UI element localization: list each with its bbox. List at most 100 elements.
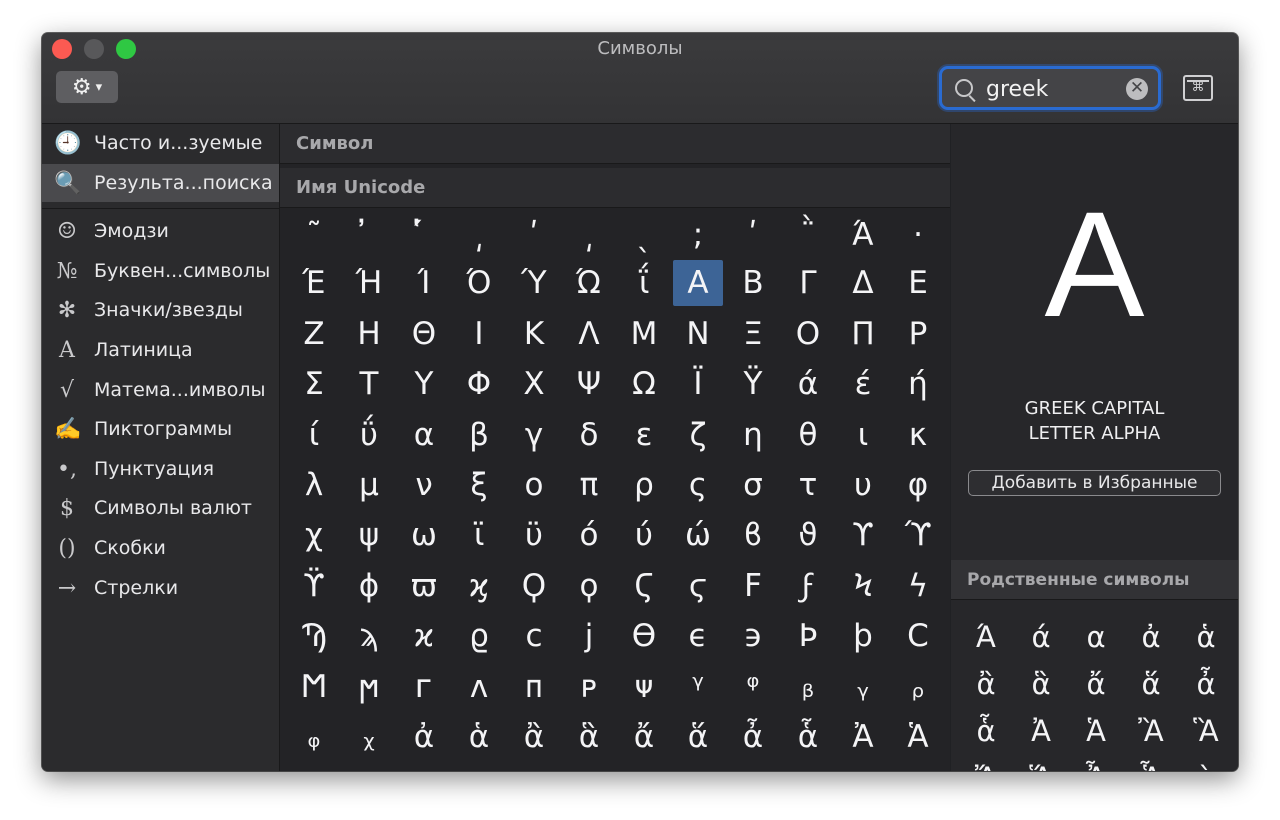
character-cell[interactable]: ͵: [454, 212, 504, 258]
character-cell[interactable]: Ύ: [509, 260, 559, 306]
character-cell[interactable]: Ϙ: [509, 563, 559, 609]
character-cell[interactable]: ϸ: [838, 613, 888, 659]
character-cell[interactable]: ϙ: [564, 563, 614, 609]
character-cell[interactable]: β: [454, 412, 504, 458]
character-cell[interactable]: Ἀ: [838, 714, 888, 760]
character-cell[interactable]: μ: [344, 462, 394, 508]
character-cell[interactable]: Ϲ: [893, 613, 943, 659]
character-cell[interactable]: φ: [893, 462, 943, 508]
sidebar-item[interactable]: ✻ Значки/звезды: [42, 291, 279, 329]
character-cell[interactable]: Φ: [454, 361, 504, 407]
related-character-cell[interactable]: ὰ: [1178, 753, 1234, 771]
related-character-cell[interactable]: Ἆ: [1068, 753, 1124, 771]
related-character-cell[interactable]: Ἄ: [958, 753, 1014, 771]
character-cell[interactable]: Ί: [399, 260, 449, 306]
character-cell[interactable]: χ: [289, 512, 339, 558]
character-cell[interactable]: τ: [783, 462, 833, 508]
character-cell[interactable]: Ϋ: [728, 361, 778, 407]
character-cell[interactable]: ϵ: [673, 613, 723, 659]
character-cell[interactable]: Σ: [289, 361, 339, 407]
character-cell[interactable]: ΐ: [619, 260, 669, 306]
character-cell[interactable]: σ: [728, 462, 778, 508]
character-cell[interactable]: ᴨ: [509, 664, 559, 710]
unicode-name-column-header[interactable]: Имя Unicode: [280, 168, 950, 208]
related-character-cell[interactable]: ἀ: [1123, 612, 1179, 662]
character-cell[interactable]: ϒ: [838, 512, 888, 558]
character-cell[interactable]: ἄ: [619, 714, 669, 760]
character-cell[interactable]: ᴩ: [564, 664, 614, 710]
character-cell[interactable]: δ: [564, 412, 614, 458]
character-cell[interactable]: Ι: [454, 311, 504, 357]
character-cell[interactable]: Γ: [783, 260, 833, 306]
character-cell[interactable]: ό: [564, 512, 614, 558]
character-cell[interactable]: ᴪ: [619, 664, 669, 710]
character-cell[interactable]: ή: [893, 361, 943, 407]
character-cell[interactable]: ;: [673, 212, 723, 258]
character-cell[interactable]: ῭: [783, 212, 833, 258]
symbol-column-header[interactable]: Символ: [280, 124, 950, 164]
character-cell[interactable]: ζ: [673, 412, 723, 458]
character-cell[interactable]: γ: [509, 412, 559, 458]
character-cell[interactable]: ᴦ: [399, 664, 449, 710]
character-cell[interactable]: ̓: [344, 212, 394, 258]
character-cell[interactable]: Ϛ: [619, 563, 669, 609]
character-cell[interactable]: Π: [838, 311, 888, 357]
character-cell[interactable]: ω: [399, 512, 449, 558]
sidebar-item[interactable]: → Стрелки: [42, 569, 279, 607]
character-cell[interactable]: ϲ: [509, 613, 559, 659]
character-cell[interactable]: λ: [289, 462, 339, 508]
character-cell[interactable]: Τ: [344, 361, 394, 407]
character-cell[interactable]: Χ: [509, 361, 559, 407]
character-cell[interactable]: υ: [838, 462, 888, 508]
character-cell[interactable]: ψ: [344, 512, 394, 558]
character-cell[interactable]: ἅ: [673, 714, 723, 760]
character-cell[interactable]: Ο: [783, 311, 833, 357]
sidebar-item[interactable]: () Скобки: [42, 529, 279, 567]
sidebar-item[interactable]: √ Матема...имволы: [42, 371, 279, 409]
character-cell[interactable]: Δ: [838, 260, 888, 306]
character-cell[interactable]: ʹ: [509, 212, 559, 258]
character-cell[interactable]: ·: [893, 212, 943, 258]
character-cell[interactable]: ϕ: [344, 563, 394, 609]
character-cell[interactable]: ς: [673, 462, 723, 508]
character-cell[interactable]: Θ: [399, 311, 449, 357]
character-cell[interactable]: ϟ: [893, 563, 943, 609]
character-cell[interactable]: Ή: [344, 260, 394, 306]
character-cell[interactable]: Ϸ: [783, 613, 833, 659]
related-character-cell[interactable]: Ἅ: [1013, 753, 1069, 771]
character-cell[interactable]: Ϊ: [673, 361, 723, 407]
related-character-cell[interactable]: ἅ: [1123, 659, 1179, 709]
character-cell[interactable]: ᵠ: [728, 664, 778, 710]
character-cell[interactable]: ᵩ: [289, 714, 339, 760]
character-cell[interactable]: Ψ: [564, 361, 614, 407]
character-cell[interactable]: ϻ: [344, 664, 394, 710]
related-character-cell[interactable]: Ἂ: [1123, 706, 1179, 756]
sidebar-item[interactable]: $ Символы валют: [42, 489, 279, 527]
related-character-cell[interactable]: Ἀ: [1013, 706, 1069, 756]
character-cell[interactable]: ϴ: [619, 613, 669, 659]
character-cell[interactable]: ώ: [673, 512, 723, 558]
character-cell[interactable]: Ε: [893, 260, 943, 306]
action-menu-button[interactable]: ⚙ ▾: [56, 71, 118, 103]
character-cell[interactable]: Ρ: [893, 311, 943, 357]
character-cell[interactable]: Υ: [399, 361, 449, 407]
related-character-cell[interactable]: ἁ: [1178, 612, 1234, 662]
character-cell[interactable]: ᵨ: [893, 664, 943, 710]
related-character-cell[interactable]: Ά: [958, 612, 1014, 662]
related-character-cell[interactable]: ἄ: [1068, 659, 1124, 709]
character-cell[interactable]: Ϡ: [289, 613, 339, 659]
character-cell[interactable]: ᵪ: [344, 714, 394, 760]
character-cell[interactable]: Ἁ: [893, 714, 943, 760]
character-cell[interactable]: ʹ: [728, 212, 778, 258]
sidebar-item[interactable]: ✍ Пиктограммы: [42, 410, 279, 448]
related-character-cell[interactable]: ἂ: [958, 659, 1014, 709]
related-character-cell[interactable]: Ἃ: [1178, 706, 1234, 756]
character-cell[interactable]: ϔ: [289, 563, 339, 609]
character-cell[interactable]: ί: [289, 412, 339, 458]
character-cell[interactable]: ϰ: [399, 613, 449, 659]
character-cell[interactable]: ϓ: [893, 512, 943, 558]
search-input[interactable]: [984, 73, 1118, 105]
character-cell[interactable]: Ν: [673, 311, 723, 357]
character-cell[interactable]: ϑ: [783, 512, 833, 558]
character-cell[interactable]: ᵦ: [783, 664, 833, 710]
